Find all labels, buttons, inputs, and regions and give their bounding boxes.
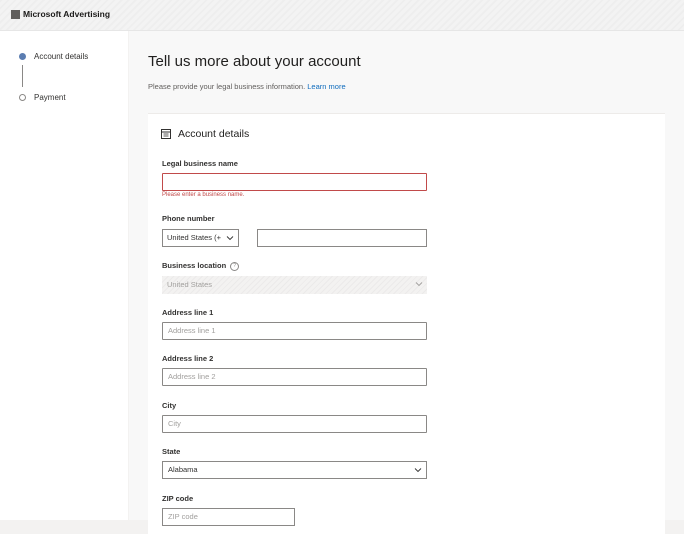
- step-account-details[interactable]: Account details: [19, 52, 88, 61]
- chevron-down-icon: [415, 282, 423, 287]
- business-location-label-text: Business location: [162, 261, 227, 270]
- step-inactive-dot-icon: [19, 94, 26, 101]
- learn-more-link[interactable]: Learn more: [307, 82, 345, 91]
- address1-input[interactable]: Address line 1: [162, 322, 427, 340]
- address2-label: Address line 2: [162, 354, 214, 363]
- phone-country-select[interactable]: United States (+: [162, 229, 239, 247]
- legal-name-input[interactable]: [162, 173, 427, 191]
- microsoft-logo-icon: [11, 9, 20, 19]
- form-icon: [161, 129, 171, 139]
- zip-input[interactable]: ZIP code: [162, 508, 295, 526]
- business-location-value: United States: [167, 280, 213, 289]
- phone-number-input[interactable]: [257, 229, 427, 247]
- step-payment[interactable]: Payment: [19, 93, 66, 102]
- state-label: State: [162, 447, 181, 456]
- page-title: Tell us more about your account: [148, 53, 361, 70]
- brand[interactable]: Microsoft Advertising: [11, 9, 110, 19]
- top-bar: Microsoft Advertising: [0, 0, 684, 31]
- brand-name: Microsoft Advertising: [23, 9, 111, 19]
- chevron-down-icon: [414, 468, 422, 473]
- city-label: City: [162, 401, 177, 410]
- page-subtitle: Please provide your legal business infor…: [148, 82, 346, 91]
- main-content: Tell us more about your account Please p…: [129, 31, 684, 534]
- business-location-label: Business location?: [162, 261, 240, 271]
- info-icon[interactable]: ?: [230, 261, 240, 271]
- card-title: Account details: [178, 128, 250, 140]
- address2-input[interactable]: Address line 2: [162, 368, 427, 386]
- city-input[interactable]: City: [162, 415, 427, 433]
- phone-label: Phone number: [162, 214, 215, 223]
- step-active-dot-icon: [19, 53, 26, 60]
- legal-name-error: Please enter a business name.: [162, 192, 245, 198]
- steps-sidebar: Account details Payment: [0, 31, 128, 520]
- state-select[interactable]: Alabama: [162, 461, 427, 479]
- zip-label: ZIP code: [162, 494, 194, 503]
- step-label: Payment: [34, 93, 66, 102]
- step-label: Account details: [34, 52, 89, 61]
- chevron-down-icon: [226, 235, 234, 241]
- business-location-select: United States: [162, 276, 427, 294]
- phone-country-value: United States (+: [167, 233, 221, 242]
- state-value: Alabama: [168, 465, 198, 474]
- address1-label: Address line 1: [162, 308, 214, 317]
- card-header: Account details: [161, 128, 249, 140]
- step-connector: [22, 65, 23, 87]
- legal-name-label: Legal business name: [162, 159, 238, 168]
- account-details-card: Account details Legal business name Plea…: [148, 113, 665, 534]
- subtitle-text: Please provide your legal business infor…: [148, 82, 306, 91]
